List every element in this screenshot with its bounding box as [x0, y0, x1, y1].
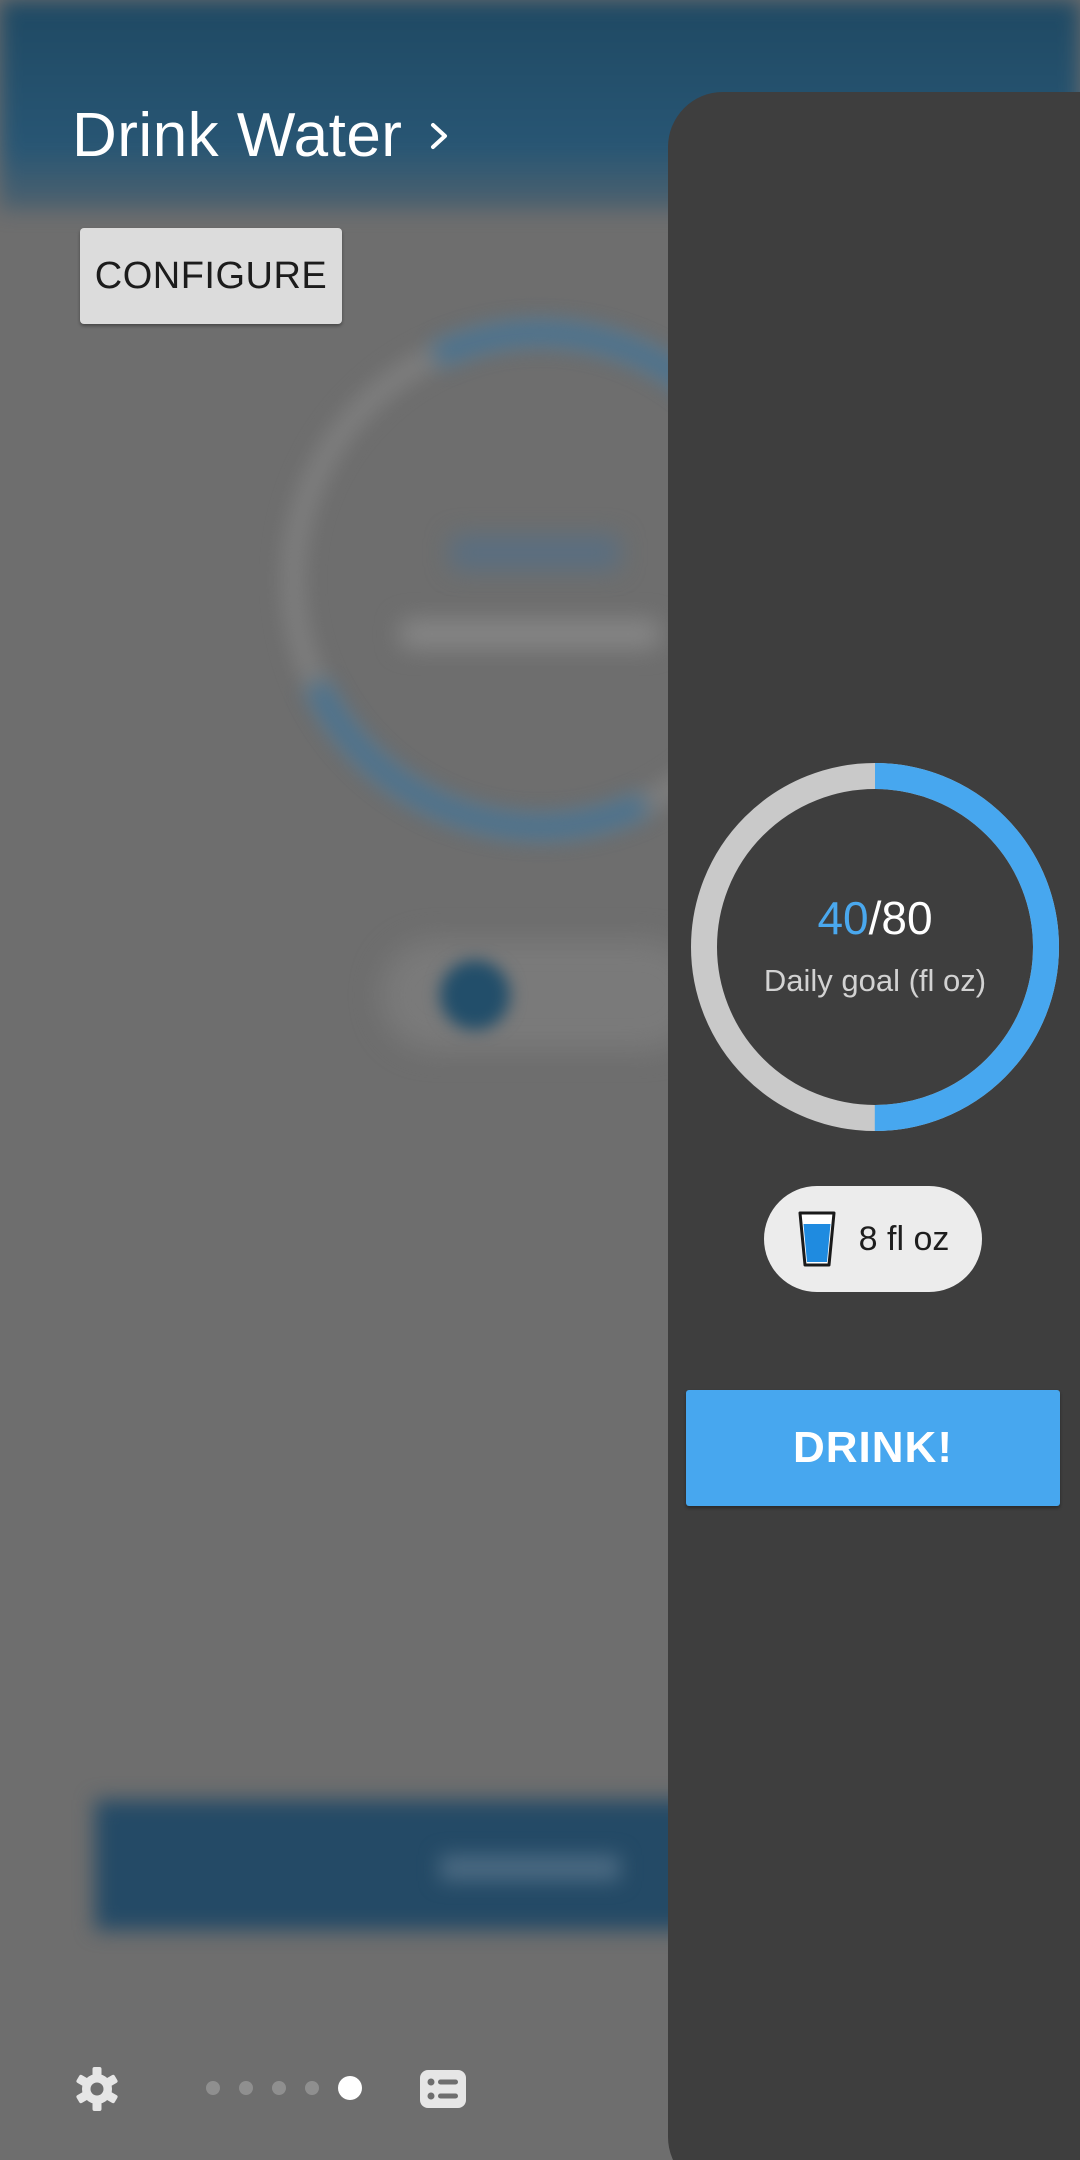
serving-size-button[interactable]: 8 fl oz — [764, 1186, 982, 1292]
gear-icon[interactable] — [74, 2066, 120, 2112]
background-pill — [380, 940, 700, 1050]
page-dot[interactable] — [305, 2081, 319, 2095]
progress-count: 40/80 — [817, 895, 932, 941]
background-text — [450, 535, 620, 570]
list-icon[interactable] — [420, 2070, 466, 2108]
count-separator: / — [868, 892, 882, 944]
screen: Drink Water CONFIGURE 40/80 Daily goal (… — [0, 0, 1080, 2160]
app-title[interactable]: Drink Water — [72, 100, 454, 171]
progress-readout: 40/80 Daily goal (fl oz) — [690, 762, 1060, 1132]
background-text — [400, 620, 660, 648]
water-glass-icon — [798, 1211, 836, 1267]
app-title-text: Drink Water — [72, 101, 403, 170]
daily-goal-value: 80 — [881, 892, 933, 944]
daily-goal-label: Daily goal (fl oz) — [763, 963, 987, 998]
page-indicator — [206, 2076, 362, 2100]
page-dot[interactable] — [272, 2081, 286, 2095]
page-dot-active[interactable] — [338, 2076, 362, 2100]
background-dot — [440, 960, 510, 1030]
background-button-text — [440, 1855, 620, 1881]
chevron-right-icon — [431, 122, 448, 149]
configure-button[interactable]: CONFIGURE — [80, 228, 342, 324]
drink-button[interactable]: DRINK! — [686, 1390, 1060, 1506]
page-dot[interactable] — [239, 2081, 253, 2095]
serving-size-label: 8 fl oz — [858, 1219, 950, 1258]
current-intake: 40 — [817, 892, 869, 944]
progress-ring: 40/80 Daily goal (fl oz) — [690, 762, 1060, 1132]
page-dot[interactable] — [206, 2081, 220, 2095]
